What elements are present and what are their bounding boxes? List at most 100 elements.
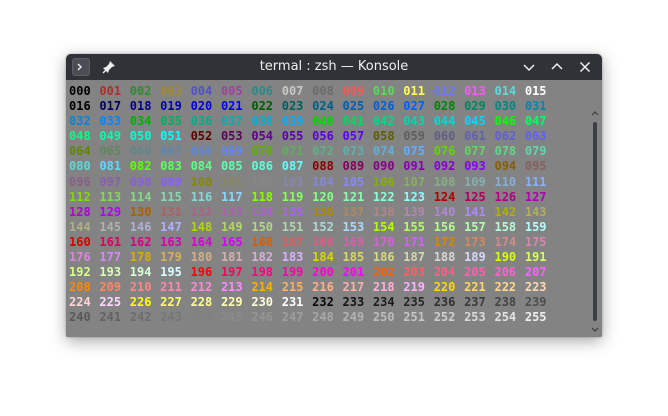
color-cell: 126 — [494, 189, 517, 204]
color-cell: 127 — [524, 189, 547, 204]
color-cell: 199 — [281, 265, 304, 280]
color-cell: 146 — [129, 219, 152, 234]
color-cell: 191 — [524, 250, 547, 265]
color-cell: 087 — [281, 159, 304, 174]
color-cell: 078 — [494, 144, 517, 159]
color-cell: 137 — [342, 204, 365, 219]
color-cell: 065 — [99, 144, 122, 159]
terminal-area[interactable]: 000 001 002 003 004 005 006 007 008 009 010 011 012 0… — [66, 80, 602, 337]
color-cell: 130 — [129, 204, 152, 219]
color-cell: 116 — [190, 189, 213, 204]
color-cell: 184 — [312, 250, 334, 265]
color-cell: 016 — [69, 99, 91, 114]
color-cell: 089 — [342, 159, 365, 174]
color-cell: 159 — [524, 219, 547, 234]
color-cell: 155 — [403, 219, 425, 234]
color-cell: 032 — [69, 114, 91, 129]
color-cell: 144 — [69, 219, 91, 234]
color-cell: 012 — [433, 84, 456, 98]
color-cell: 241 — [99, 310, 122, 325]
color-cell: 067 — [160, 144, 182, 159]
color-cell: 193 — [99, 265, 122, 280]
color-cell: 164 — [190, 234, 213, 249]
color-cell: 221 — [464, 280, 486, 295]
scroll-down-icon[interactable] — [590, 325, 600, 335]
color-cell: 102 — [251, 174, 274, 189]
color-cell: 107 — [403, 174, 425, 189]
color-cell: 108 — [433, 174, 456, 189]
minimize-icon[interactable] — [520, 58, 538, 76]
color-cell: 145 — [99, 219, 122, 234]
color-cell: 234 — [372, 295, 395, 310]
color-cell: 036 — [190, 114, 213, 129]
color-cell: 225 — [99, 295, 122, 310]
color-cell: 007 — [281, 84, 304, 98]
title-bar[interactable]: termal : zsh — Konsole — [66, 54, 602, 80]
color-cell: 189 — [464, 250, 486, 265]
color-cell: 056 — [312, 129, 334, 144]
color-cell: 252 — [433, 310, 456, 325]
color-cell: 140 — [433, 204, 456, 219]
color-cell: 047 — [524, 114, 547, 129]
color-cell: 226 — [129, 295, 152, 310]
color-cell: 160 — [69, 234, 91, 249]
color-cell: 080 — [69, 159, 91, 174]
color-cell: 073 — [342, 144, 365, 159]
color-cell: 059 — [403, 129, 425, 144]
color-cell: 148 — [190, 219, 213, 234]
color-cell: 190 — [494, 250, 517, 265]
color-cell: 120 — [312, 189, 334, 204]
color-cell: 085 — [220, 159, 243, 174]
color-cell: 157 — [464, 219, 486, 234]
color-cell: 125 — [464, 189, 486, 204]
color-cell: 013 — [464, 84, 486, 98]
color-cell: 185 — [342, 250, 365, 265]
color-cell: 236 — [433, 295, 456, 310]
color-cell: 005 — [220, 84, 243, 98]
color-cell: 022 — [251, 99, 274, 114]
color-cell: 052 — [190, 129, 213, 144]
color-cell: 110 — [494, 174, 517, 189]
color-cell: 229 — [220, 295, 243, 310]
color-cell: 094 — [494, 159, 517, 174]
color-cell: 079 — [524, 144, 547, 159]
scrollbar-thumb[interactable] — [593, 122, 597, 321]
scrollbar[interactable] — [590, 108, 600, 335]
color-cell: 050 — [129, 129, 152, 144]
color-cell: 175 — [524, 234, 547, 249]
color-cell: 150 — [251, 219, 274, 234]
color-cell: 048 — [69, 129, 91, 144]
color-cell: 040 — [312, 114, 334, 129]
color-cell: 103 — [281, 174, 304, 189]
color-cell: 196 — [190, 265, 213, 280]
color-cell: 136 — [312, 204, 334, 219]
color-cell: 004 — [190, 84, 213, 98]
color-cell: 182 — [251, 250, 274, 265]
color-cell: 244 — [190, 310, 213, 325]
color-cell: 210 — [129, 280, 152, 295]
color-cell: 213 — [220, 280, 243, 295]
color-cell: 197 — [220, 265, 243, 280]
color-cell: 105 — [342, 174, 365, 189]
color-cell: 124 — [433, 189, 456, 204]
color-cell: 139 — [403, 204, 425, 219]
color-cell: 178 — [129, 250, 152, 265]
konsole-window: termal : zsh — Konsole 000 001 002 003 004 00… — [66, 54, 602, 337]
color-cell: 195 — [160, 265, 182, 280]
color-cell: 092 — [433, 159, 456, 174]
color-cell: 201 — [342, 265, 365, 280]
color-cell: 026 — [372, 99, 395, 114]
color-cell: 149 — [220, 219, 243, 234]
color-cell: 021 — [220, 99, 243, 114]
color-cell: 109 — [464, 174, 486, 189]
color-cell: 224 — [69, 295, 91, 310]
color-cell: 027 — [403, 99, 425, 114]
color-cell: 243 — [160, 310, 182, 325]
color-cell: 177 — [99, 250, 122, 265]
scroll-up-icon[interactable] — [590, 108, 600, 118]
color-cell: 037 — [220, 114, 243, 129]
color-cell: 203 — [403, 265, 425, 280]
maximize-icon[interactable] — [548, 58, 566, 76]
close-icon[interactable] — [576, 58, 594, 76]
color-cell: 128 — [69, 204, 91, 219]
